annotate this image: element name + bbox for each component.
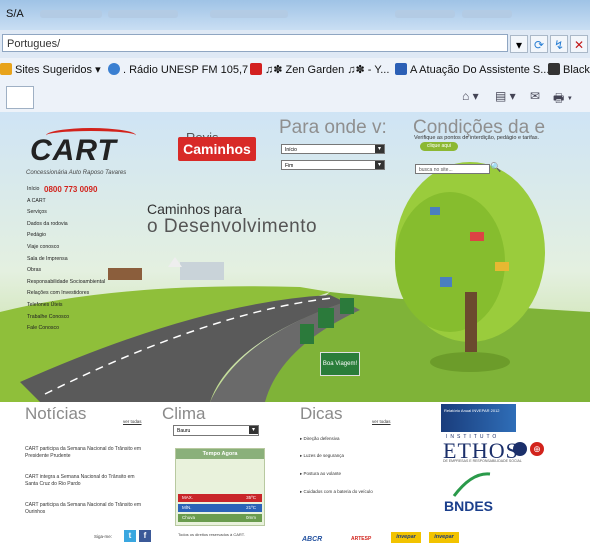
chevron-down-icon: ▾: [375, 161, 384, 169]
ethos-subtitle: DE EMPRESAS E RESPONSABILIDADE SOCIAL: [443, 459, 522, 463]
boa-viagem-sign: Boa Viagem!: [320, 352, 360, 376]
feeds-button[interactable]: ▤ ▾: [495, 89, 516, 103]
nav-sala-imprensa[interactable]: Sala de Imprensa: [27, 254, 105, 266]
favorite-radio-unesp[interactable]: . Rádio UNESP FM 105,7 ...: [108, 63, 260, 76]
favorite-zen-garden[interactable]: ♫✽ Zen Garden ♫✽ - Y...: [250, 63, 389, 76]
site-nav: Início A CART Serviços Dados da rodovia …: [27, 184, 105, 335]
dicas-title: Dicas: [300, 404, 343, 423]
nav-a-cart[interactable]: A CART: [27, 196, 105, 208]
nav-viaje-conosco[interactable]: Viaje conosco: [27, 242, 105, 254]
blurred-title-part: [108, 10, 178, 18]
search-icon[interactable]: 🔍: [490, 162, 501, 173]
weather-rain-row: Chuva 0mm: [178, 514, 262, 522]
site-search-input[interactable]: busca no site...: [415, 164, 490, 174]
nav-dados-rodovia[interactable]: Dados da rodovia: [27, 219, 105, 231]
artesp-logo[interactable]: ARTESP: [351, 536, 371, 542]
relatorio-banner[interactable]: Relatório Anual INVEPAR 2012: [441, 404, 516, 432]
favorite-blackboard[interactable]: Blackb: [548, 63, 590, 76]
logo-subtitle: Concessionária Auto Raposo Tavares: [26, 170, 127, 176]
clima-title: Clima: [162, 404, 206, 423]
web-page: CART Concessionária Auto Raposo Tavares …: [0, 112, 590, 557]
tagline-line2: o Desenvolvimento: [147, 216, 318, 237]
revista-caminhos-link[interactable]: Caminhos: [178, 137, 256, 161]
site-logo[interactable]: CART: [30, 134, 117, 168]
nav-telefones-uteis[interactable]: Telefones Úteis: [27, 300, 105, 312]
nav-inicio[interactable]: Início: [27, 184, 105, 196]
ethos-globe-icon: [513, 442, 527, 456]
home-button[interactable]: ⌂ ▾: [462, 89, 479, 103]
dicas-ver-todas-link[interactable]: ver todas: [372, 419, 391, 424]
dropdown-button[interactable]: ▾: [510, 35, 528, 53]
route-widget-title: Para onde v:: [279, 117, 387, 138]
invepar-logo-2[interactable]: invepar: [429, 532, 459, 543]
weather-widget: Tempo Agora MAX. 35ºC MÍN. 21ºC Chuva 0m…: [175, 448, 265, 526]
chevron-down-icon: ▾: [249, 426, 258, 434]
compat-view-button[interactable]: ⟳: [530, 35, 548, 53]
route-origin-select[interactable]: Início ▾: [281, 144, 385, 154]
nav-pedagio[interactable]: Pedágio: [27, 230, 105, 242]
nav-relacoes-investidores[interactable]: Relações com Investidores: [27, 288, 105, 300]
clique-aqui-button[interactable]: clique aqui: [420, 142, 458, 151]
favorites-bar: Sites Sugeridos ▾ . Rádio UNESP FM 105,7…: [0, 58, 590, 83]
news-item[interactable]: CART integra a Semana Nacional do Trânsi…: [25, 474, 145, 488]
weather-max-row: MAX. 35ºC: [178, 494, 262, 502]
chevron-down-icon: ▾: [375, 145, 384, 153]
noticias-title: Notícias: [25, 404, 87, 423]
route-destination-select[interactable]: Fim ▾: [281, 160, 385, 170]
invepar-logo[interactable]: invepar: [391, 532, 421, 543]
stop-button[interactable]: ✕: [570, 35, 588, 53]
blurred-title-part: [462, 10, 512, 18]
blurred-title-part: [40, 10, 102, 18]
noticias-ver-todas-link[interactable]: ver todas: [123, 419, 142, 424]
conditions-subtitle: Verifique as pontos de interdição, pedág…: [414, 135, 540, 141]
tab[interactable]: [6, 86, 34, 109]
word-icon: [395, 63, 407, 75]
abcr-logo[interactable]: ABCR: [302, 536, 322, 543]
favorites-icon: [0, 63, 12, 75]
blackboard-icon: [548, 63, 560, 75]
refresh-button[interactable]: ↯: [550, 35, 568, 53]
print-button[interactable]: 🖶 ▾: [553, 89, 572, 110]
blurred-title-part: [395, 10, 455, 18]
weather-title: Tempo Agora: [176, 449, 264, 459]
address-bar: Portugues/ ▾ ⟳ ↯ ✕: [0, 30, 590, 59]
weather-min-row: MÍN. 21ºC: [178, 504, 262, 512]
window-titlebar: S/A: [0, 0, 590, 30]
youtube-icon: [250, 63, 262, 75]
mail-button[interactable]: ✉: [530, 89, 540, 103]
ethos-seal-icon: ⊕: [530, 442, 544, 456]
nav-responsabilidade[interactable]: Responsabilidade Socioambiental: [27, 277, 105, 289]
ie-icon: [108, 63, 120, 75]
dica-item[interactable]: ▸ Luzes de segurança: [300, 453, 344, 459]
url-input[interactable]: Portugues/: [2, 34, 508, 52]
news-item[interactable]: CART participa da Semana Nacional do Trâ…: [25, 446, 145, 460]
facebook-icon[interactable]: f: [139, 530, 151, 542]
dica-item[interactable]: ▸ Cuidados com a bateria do veículo: [300, 489, 373, 495]
twitter-icon[interactable]: t: [124, 530, 136, 542]
copyright-text: Todos os direitos reservados à CART.: [178, 532, 245, 537]
siga-me-label: Siga-me:: [94, 534, 113, 539]
nav-servicos[interactable]: Serviços: [27, 207, 105, 219]
dica-item[interactable]: ▸ Direção defensiva: [300, 436, 340, 442]
bndes-shape: [452, 472, 491, 497]
nav-obras[interactable]: Obras: [27, 265, 105, 277]
window-title: S/A: [6, 8, 24, 20]
favorite-sites-sugeridos[interactable]: Sites Sugeridos ▾: [0, 63, 101, 76]
tagline-line1: Caminhos para: [147, 201, 242, 217]
bndes-logo[interactable]: BNDES: [444, 498, 493, 514]
blurred-title-part: [210, 10, 288, 18]
nav-trabalhe-conosco[interactable]: Trabalhe Conosco: [27, 312, 105, 324]
nav-fale-conosco[interactable]: Fale Conosco: [27, 323, 105, 335]
city-select[interactable]: Bauru ▾: [173, 425, 259, 436]
news-item[interactable]: CART participa da Semana Nacional do Trâ…: [25, 502, 145, 516]
dica-item[interactable]: ▸ Postura ao volante: [300, 471, 341, 477]
command-bar: ⌂ ▾ ▤ ▾ ✉ 🖶 ▾: [0, 82, 590, 113]
favorite-atuacao-assistente[interactable]: A Atuação Do Assistente S...: [395, 63, 549, 76]
